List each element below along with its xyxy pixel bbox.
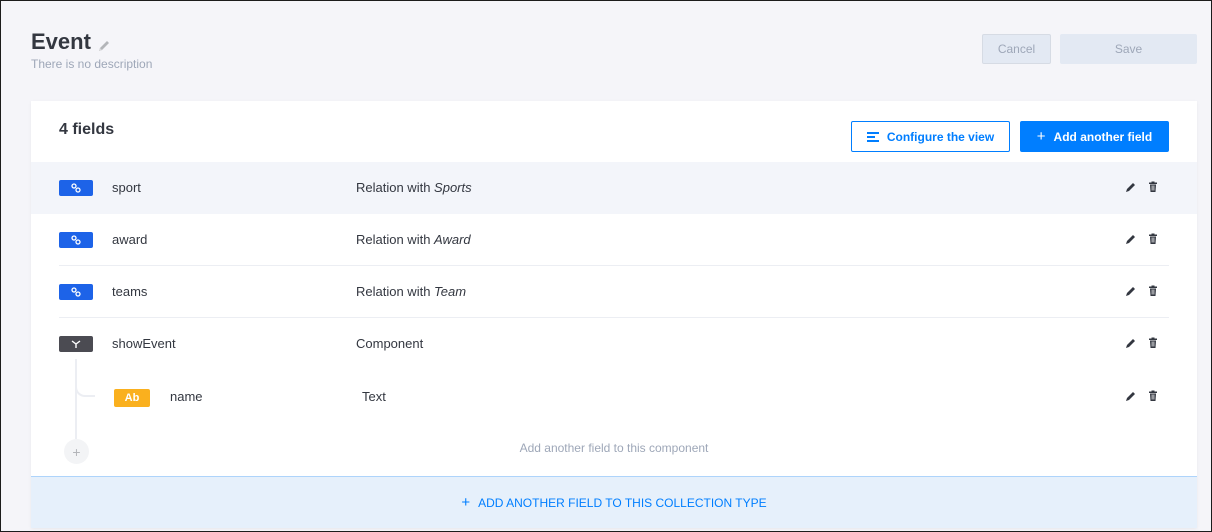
edit-pencil-icon[interactable] <box>1125 285 1137 297</box>
edit-title-pencil-icon[interactable] <box>97 39 111 53</box>
edit-pencil-icon[interactable] <box>1125 390 1137 402</box>
page-description: There is no description <box>31 57 153 71</box>
component-field-row-name[interactable]: Ab name Text <box>31 371 1197 423</box>
field-row-showevent[interactable]: showEvent Component <box>31 318 1197 370</box>
field-name: showEvent <box>112 336 176 351</box>
field-row-sport[interactable]: sport Relation with Sports <box>31 162 1197 214</box>
field-type: Relation with Team <box>356 266 466 318</box>
add-another-field-label: Add another field <box>1053 129 1153 144</box>
row-actions <box>1125 233 1159 245</box>
fields-card: 4 fields Configure the view + Add anothe… <box>31 101 1197 528</box>
field-type-prefix: Relation with <box>356 232 435 247</box>
field-type: Component <box>356 318 423 370</box>
title-row: Event <box>31 29 152 55</box>
add-field-to-component-link[interactable]: Add another field to this component <box>31 441 1197 455</box>
save-button[interactable]: Save <box>1060 34 1197 64</box>
trash-icon[interactable] <box>1147 181 1159 193</box>
field-type: Relation with Award <box>356 214 471 266</box>
add-field-to-collection-button[interactable]: + ADD ANOTHER FIELD TO THIS COLLECTION T… <box>31 476 1197 528</box>
field-name: sport <box>112 180 141 195</box>
add-field-to-collection-label: ADD ANOTHER FIELD TO THIS COLLECTION TYP… <box>478 495 767 510</box>
field-type-prefix: Relation with <box>356 284 435 299</box>
field-type: Text <box>362 389 386 404</box>
page-title: Event <box>31 29 91 54</box>
row-actions <box>1125 285 1159 297</box>
configure-view-button[interactable]: Configure the view <box>851 121 1010 152</box>
fields-count: 4 fields <box>59 121 115 138</box>
add-another-field-button[interactable]: + Add another field <box>1020 121 1169 152</box>
plus-icon: + <box>1036 127 1046 145</box>
field-name: teams <box>112 284 148 299</box>
field-name: award <box>112 232 148 247</box>
edit-pencil-icon[interactable] <box>1125 233 1137 245</box>
field-type: Relation with Sports <box>356 162 472 214</box>
field-type-prefix: Component <box>356 336 424 351</box>
row-actions <box>1125 181 1159 193</box>
field-type-target: Sports <box>434 180 472 195</box>
plus-icon: + <box>461 493 471 511</box>
field-name: name <box>170 389 203 404</box>
link-icon <box>59 284 93 300</box>
trash-icon[interactable] <box>1147 233 1159 245</box>
field-type-prefix: Relation with <box>356 180 435 195</box>
row-actions <box>1125 390 1159 402</box>
link-icon <box>59 180 93 196</box>
link-icon <box>59 232 93 248</box>
edit-pencil-icon[interactable] <box>1125 337 1137 349</box>
component-icon <box>59 336 93 352</box>
row-actions <box>1125 337 1159 349</box>
cancel-button[interactable]: Cancel <box>982 34 1051 64</box>
configure-view-label: Configure the view <box>886 129 995 144</box>
list-settings-icon <box>866 131 879 142</box>
page-header: Event There is no description <box>31 29 152 71</box>
trash-icon[interactable] <box>1147 337 1159 349</box>
field-type-target: Award <box>434 232 471 247</box>
field-row-award[interactable]: award Relation with Award <box>31 214 1197 266</box>
field-type-target: Team <box>434 284 467 299</box>
trash-icon[interactable] <box>1147 390 1159 402</box>
trash-icon[interactable] <box>1147 285 1159 297</box>
text-type-badge: Ab <box>114 389 150 407</box>
field-row-teams[interactable]: teams Relation with Team <box>31 266 1197 318</box>
edit-pencil-icon[interactable] <box>1125 181 1137 193</box>
content-type-editor: Event There is no description Cancel Sav… <box>0 0 1212 532</box>
